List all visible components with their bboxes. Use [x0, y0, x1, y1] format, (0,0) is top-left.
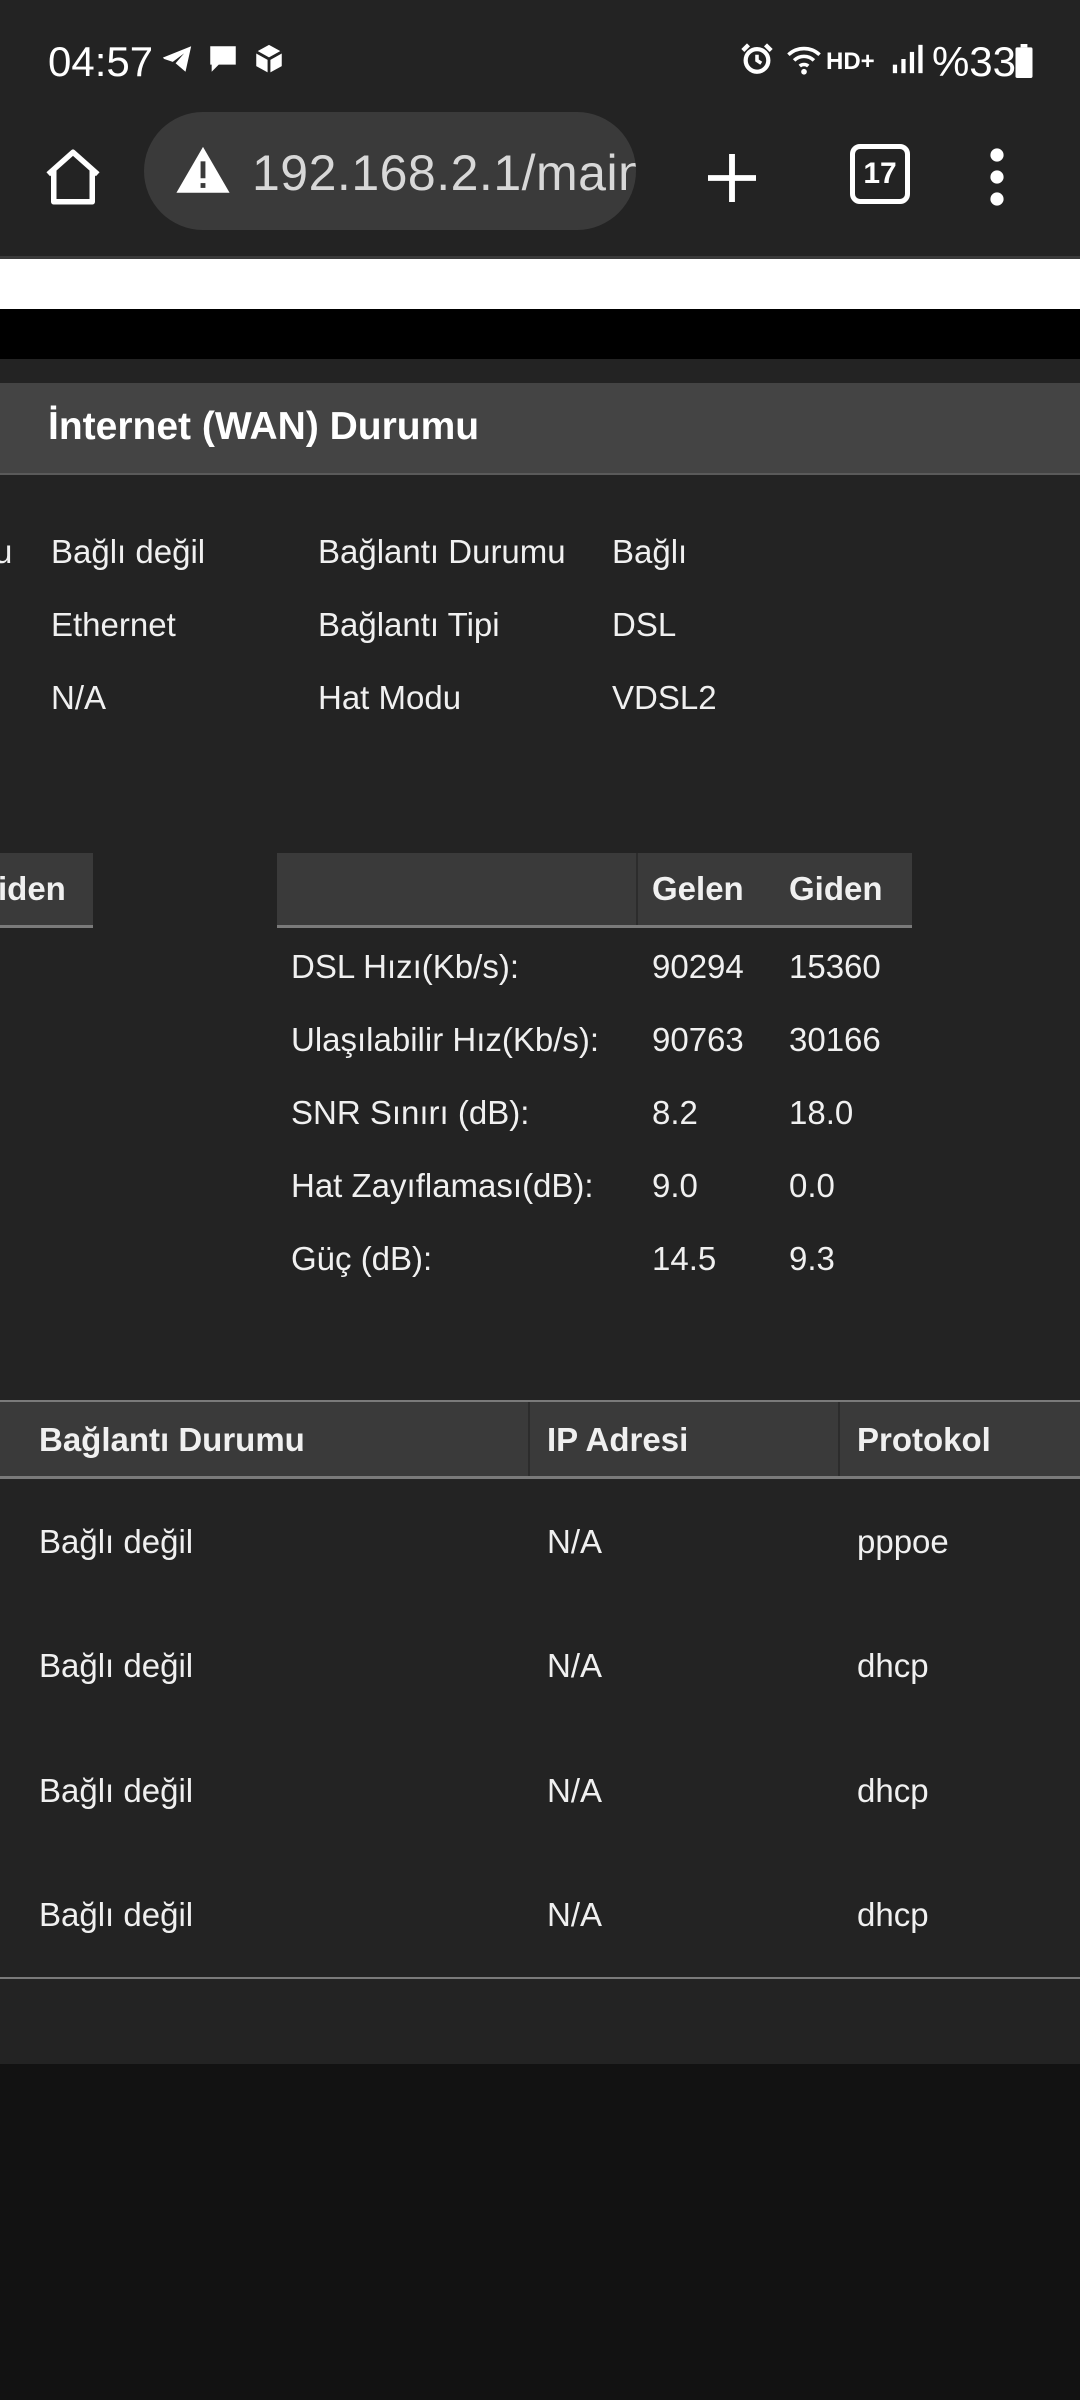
signal-icon: [890, 42, 924, 76]
dsl-header-divider: [636, 853, 638, 925]
dsl-row-gelen: 90294: [652, 948, 744, 985]
menu-icon[interactable]: [970, 144, 1024, 210]
conn-row-status: Bağlı değil: [39, 1772, 194, 1809]
page-top-white-bar: [0, 259, 1080, 309]
dsl-row-label: SNR Sınırı (dB):: [291, 1094, 530, 1131]
wan-value-connection-type: DSL: [612, 606, 677, 643]
conn-table-bottom-border: [0, 1977, 1080, 1979]
home-icon[interactable]: [40, 144, 106, 210]
dsl-header-giden: Giden: [789, 870, 883, 907]
conn-row-protocol: dhcp: [857, 1647, 929, 1684]
warning-icon[interactable]: [174, 142, 232, 200]
dsl-row-gelen: 8.2: [652, 1094, 698, 1131]
wan-left-label-partial: u: [0, 533, 13, 570]
conn-row-ip: N/A: [547, 1772, 603, 1809]
wan-section-header: İnternet (WAN) Durumu: [0, 383, 1080, 475]
conn-row-status: Bağlı değil: [39, 1647, 194, 1684]
dsl-row-label: DSL Hızı(Kb/s):: [291, 948, 519, 985]
dsl-header-gelen: Gelen: [652, 870, 744, 907]
conn-row-protocol: dhcp: [857, 1772, 929, 1809]
dsl-row-giden: 9.3: [789, 1240, 835, 1277]
battery-percent: %33: [931, 38, 1016, 85]
dsl-row-gelen: 9.0: [652, 1167, 698, 1204]
conn-row-status: Bağlı değil: [39, 1896, 194, 1933]
plus-icon[interactable]: [700, 146, 764, 210]
conn-row-protocol: dhcp: [857, 1896, 929, 1933]
wan-value-connection-status: Bağlı: [612, 533, 688, 570]
dsl-table-header: Gelen Giden: [277, 853, 912, 928]
dsl-row-label: Ulaşılabilir Hız(Kb/s):: [291, 1021, 600, 1058]
dsl-row-label: Hat Zayıflaması(dB):: [291, 1167, 594, 1204]
browser-toolbar: 192.168.2.1/main 17: [0, 110, 1080, 259]
page-nav-bar: [0, 309, 1080, 359]
battery-icon: [1012, 44, 1046, 78]
conn-row-ip: N/A: [547, 1896, 603, 1933]
dsl-row-giden: 15360: [789, 948, 881, 985]
conn-row-ip: N/A: [547, 1523, 603, 1560]
conn-header-ip: IP Adresi: [547, 1421, 689, 1458]
wan-value-line-mode: VDSL2: [612, 679, 717, 716]
dsl-row-giden: 0.0: [789, 1167, 835, 1204]
network-type-label: HD+: [826, 48, 875, 75]
conn-row-status: Bağlı değil: [39, 1523, 194, 1560]
dsl-row-gelen: 14.5: [652, 1240, 717, 1277]
wan-label-connection-status: Bağlantı Durumu: [318, 533, 566, 570]
status-bar: 04:57 HD+ %33: [0, 0, 1080, 110]
wan-left-value: N/A: [51, 679, 107, 716]
conn-row-ip: N/A: [547, 1647, 603, 1684]
conn-header-status: Bağlantı Durumu: [39, 1421, 305, 1458]
conn-header-protocol: Protokol: [857, 1421, 991, 1458]
tab-count-button[interactable]: 17: [850, 144, 910, 204]
wan-left-value: Ethernet: [51, 606, 176, 643]
message-icon: [206, 42, 240, 76]
conn-table-header: Bağlantı Durumu IP Adresi Protokol: [0, 1402, 1080, 1479]
wifi-icon: [786, 42, 821, 76]
status-time: 04:57: [48, 38, 154, 85]
alarm-icon: [740, 42, 774, 76]
telegram-icon: [160, 42, 194, 76]
package-icon: [252, 42, 286, 76]
wan-label-connection-type: Bağlantı Tipi: [318, 606, 500, 643]
dsl-row-label: Güç (dB):: [291, 1240, 433, 1277]
conn-header-divider: [528, 1402, 530, 1476]
address-bar[interactable]: 192.168.2.1/main: [144, 112, 636, 230]
conn-header-divider: [838, 1402, 840, 1476]
dsl-row-giden: 18.0: [789, 1094, 854, 1131]
wan-left-value: Bağlı değil: [51, 533, 206, 570]
partial-table-header: iden: [0, 853, 93, 928]
dsl-row-gelen: 90763: [652, 1021, 744, 1058]
partial-header-text: iden: [0, 870, 66, 907]
wan-section-title: İnternet (WAN) Durumu: [48, 405, 480, 448]
conn-row-protocol: pppoe: [857, 1523, 949, 1560]
dsl-row-giden: 30166: [789, 1021, 881, 1058]
url-text[interactable]: 192.168.2.1/main: [252, 144, 636, 202]
page-bottom-area: [0, 2064, 1080, 2400]
wan-label-line-mode: Hat Modu: [318, 679, 462, 716]
